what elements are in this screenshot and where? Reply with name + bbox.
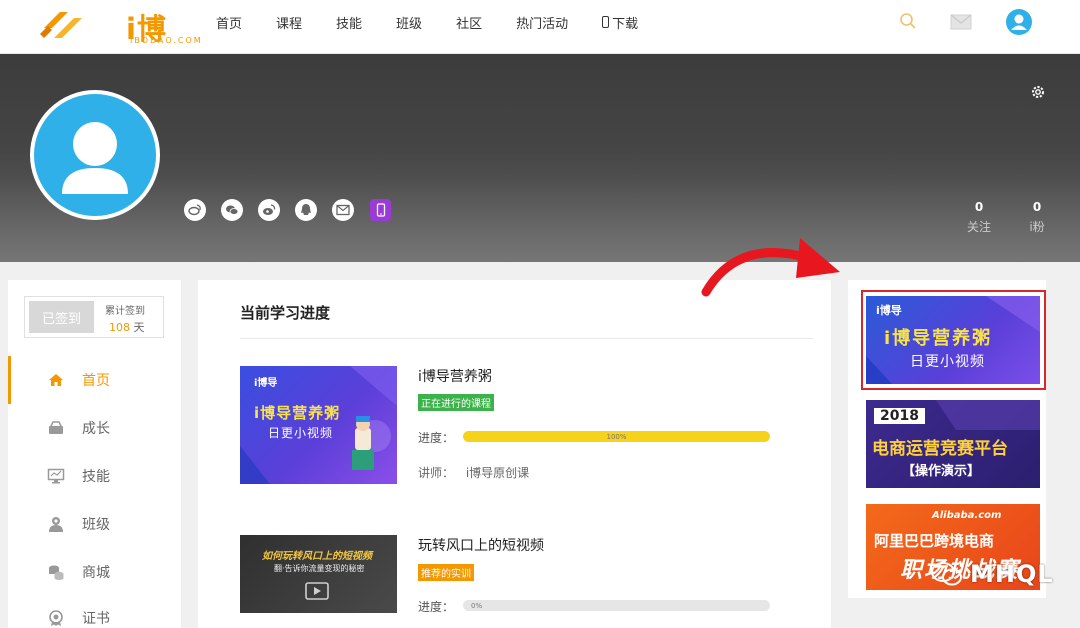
course-status-tag: 推荐的实训 (418, 564, 474, 581)
sina-weibo-icon[interactable] (258, 199, 280, 221)
progress-bar: 0% (463, 600, 770, 611)
thumbnail-line2: 日更小视频 (268, 426, 334, 440)
nav-home[interactable]: 首页 (216, 13, 242, 32)
thumbnail-line1: 如何玩转风口上的短视频 (262, 551, 372, 562)
top-header: i博导 IBODAO.COM 首页 课程 技能 班级 社区 热门活动 下载 (0, 0, 1080, 88)
sidebar-item-label: 商城 (82, 565, 110, 581)
banner-mist (0, 174, 1080, 262)
wechat-icon[interactable] (221, 199, 243, 221)
progress-bar: 100% (463, 431, 770, 442)
course-title[interactable]: i博导营养粥 (418, 366, 492, 386)
watermark: MHQL (930, 560, 1054, 588)
checkin-days-unit: 天 (133, 321, 145, 334)
sidebar-item-label: 首页 (82, 373, 110, 389)
sidebar-item-skills[interactable]: 技能 (8, 452, 181, 500)
panel-title: 当前学习进度 (240, 304, 331, 322)
profile-avatar[interactable] (30, 90, 160, 220)
course-title[interactable]: 玩转风口上的短视频 (418, 535, 544, 555)
panel-divider (240, 338, 813, 339)
class-icon (46, 514, 66, 534)
sidebar-item-label: 证书 (82, 611, 110, 627)
phone-icon[interactable] (370, 199, 391, 221)
weibo-icon[interactable] (184, 199, 206, 221)
checkin-days-value: 108 (109, 321, 130, 334)
progress-text: 0% (471, 601, 483, 610)
sidebar-item-label: 班级 (82, 517, 110, 533)
ad-line1: 阿里巴巴跨境电商 (874, 532, 995, 550)
nav-download[interactable]: 下载 (602, 13, 638, 32)
nav-activities[interactable]: 热门活动 (516, 13, 568, 32)
ad-year: 2018 (874, 408, 925, 424)
following-label: 关注 (966, 220, 991, 234)
thumbnail-logo: i博导 (254, 378, 278, 389)
qq-icon[interactable] (295, 199, 317, 221)
sidebar-item-mall[interactable]: 商城 (8, 548, 181, 596)
site-logo[interactable]: i博导 IBODAO.COM (38, 2, 201, 88)
course-status-tag: 正在进行的课程 (418, 394, 494, 411)
fans-label: i粉 (1029, 220, 1045, 234)
thumbnail-line1: i博导营养粥 (254, 404, 341, 422)
wechat-watermark-icon (931, 562, 962, 586)
user-avatar-icon[interactable] (1005, 8, 1033, 36)
checkin-days: 108 天 (109, 319, 145, 335)
certificate-icon (46, 608, 66, 628)
gear-icon[interactable] (1030, 84, 1046, 100)
left-sidebar: 已签到 累计签到 108 天 首页 成长 技能 班级 商城 证书 (8, 280, 181, 628)
ad-logo: Alibaba.com (932, 510, 1002, 521)
nav-community[interactable]: 社区 (456, 13, 482, 32)
ad-line1: 电商运营竞赛平台 (872, 439, 1008, 459)
email-icon[interactable] (332, 199, 354, 221)
logo-subtext: IBODAO.COM (130, 36, 203, 45)
sidebar-item-certificates[interactable]: 证书 (8, 594, 181, 628)
course-thumbnail[interactable]: 如何玩转风口上的短视频 翻·告诉你流量变现的秘密 (240, 535, 397, 613)
monitor-icon (46, 466, 66, 486)
ad-line2: 【操作演示】 (902, 464, 981, 479)
ad-banner-2[interactable]: 2018 电商运营竞赛平台 【操作演示】 (866, 400, 1040, 488)
sidebar-item-label: 成长 (82, 421, 110, 437)
following-stat[interactable]: 0 关注 (962, 200, 996, 235)
main-nav: 首页 课程 技能 班级 社区 热门活动 下载 (216, 0, 672, 44)
fans-stat[interactable]: 0 i粉 (1022, 200, 1052, 235)
learning-progress-panel: 当前学习进度 i博导 i博导营养粥 日更小视频 i博导营养粥 正在进行的课程 进… (198, 280, 831, 628)
progress-text: 100% (606, 432, 627, 441)
sidebar-item-growth[interactable]: 成长 (8, 404, 181, 452)
sidebar-item-classes[interactable]: 班级 (8, 500, 181, 548)
nav-download-label: 下载 (612, 16, 639, 32)
profile-banner: 0 关注 0 i粉 (0, 54, 1080, 262)
coins-icon (46, 562, 66, 582)
phone-icon (602, 16, 610, 28)
ad-highlight-box (861, 290, 1046, 390)
home-icon (46, 370, 66, 390)
thumbnail-line2: 翻·告诉你流量变现的秘密 (274, 564, 365, 573)
red-arrow-icon (701, 238, 840, 297)
course-thumbnail[interactable]: i博导 i博导营养粥 日更小视频 (240, 366, 397, 484)
checkin-button[interactable]: 已签到 (29, 301, 94, 333)
following-count: 0 (974, 200, 984, 214)
progress-label: 进度： (418, 431, 455, 445)
teacher-name: i博导原创课 (465, 466, 530, 480)
teacher-label: 讲师： (418, 466, 455, 480)
nav-classes[interactable]: 班级 (396, 13, 422, 32)
growth-icon (46, 418, 66, 438)
checkin-label: 累计签到 (105, 306, 145, 317)
nav-courses[interactable]: 课程 (276, 13, 302, 32)
default-avatar-icon (62, 122, 128, 194)
mail-icon[interactable] (950, 14, 972, 30)
progress-label: 进度： (418, 600, 455, 614)
sidebar-item-home[interactable]: 首页 (8, 356, 181, 404)
sidebar-item-label: 技能 (82, 469, 110, 485)
teacher-info: 讲师： i博导原创课 (418, 464, 529, 481)
logo-mark-icon (40, 12, 82, 38)
watermark-text: MHQL (970, 560, 1054, 588)
nav-skills[interactable]: 技能 (336, 13, 362, 32)
checkin-box: 已签到 累计签到 108 天 (24, 296, 164, 338)
fans-count: 0 (1032, 200, 1042, 214)
search-icon[interactable] (899, 12, 917, 30)
